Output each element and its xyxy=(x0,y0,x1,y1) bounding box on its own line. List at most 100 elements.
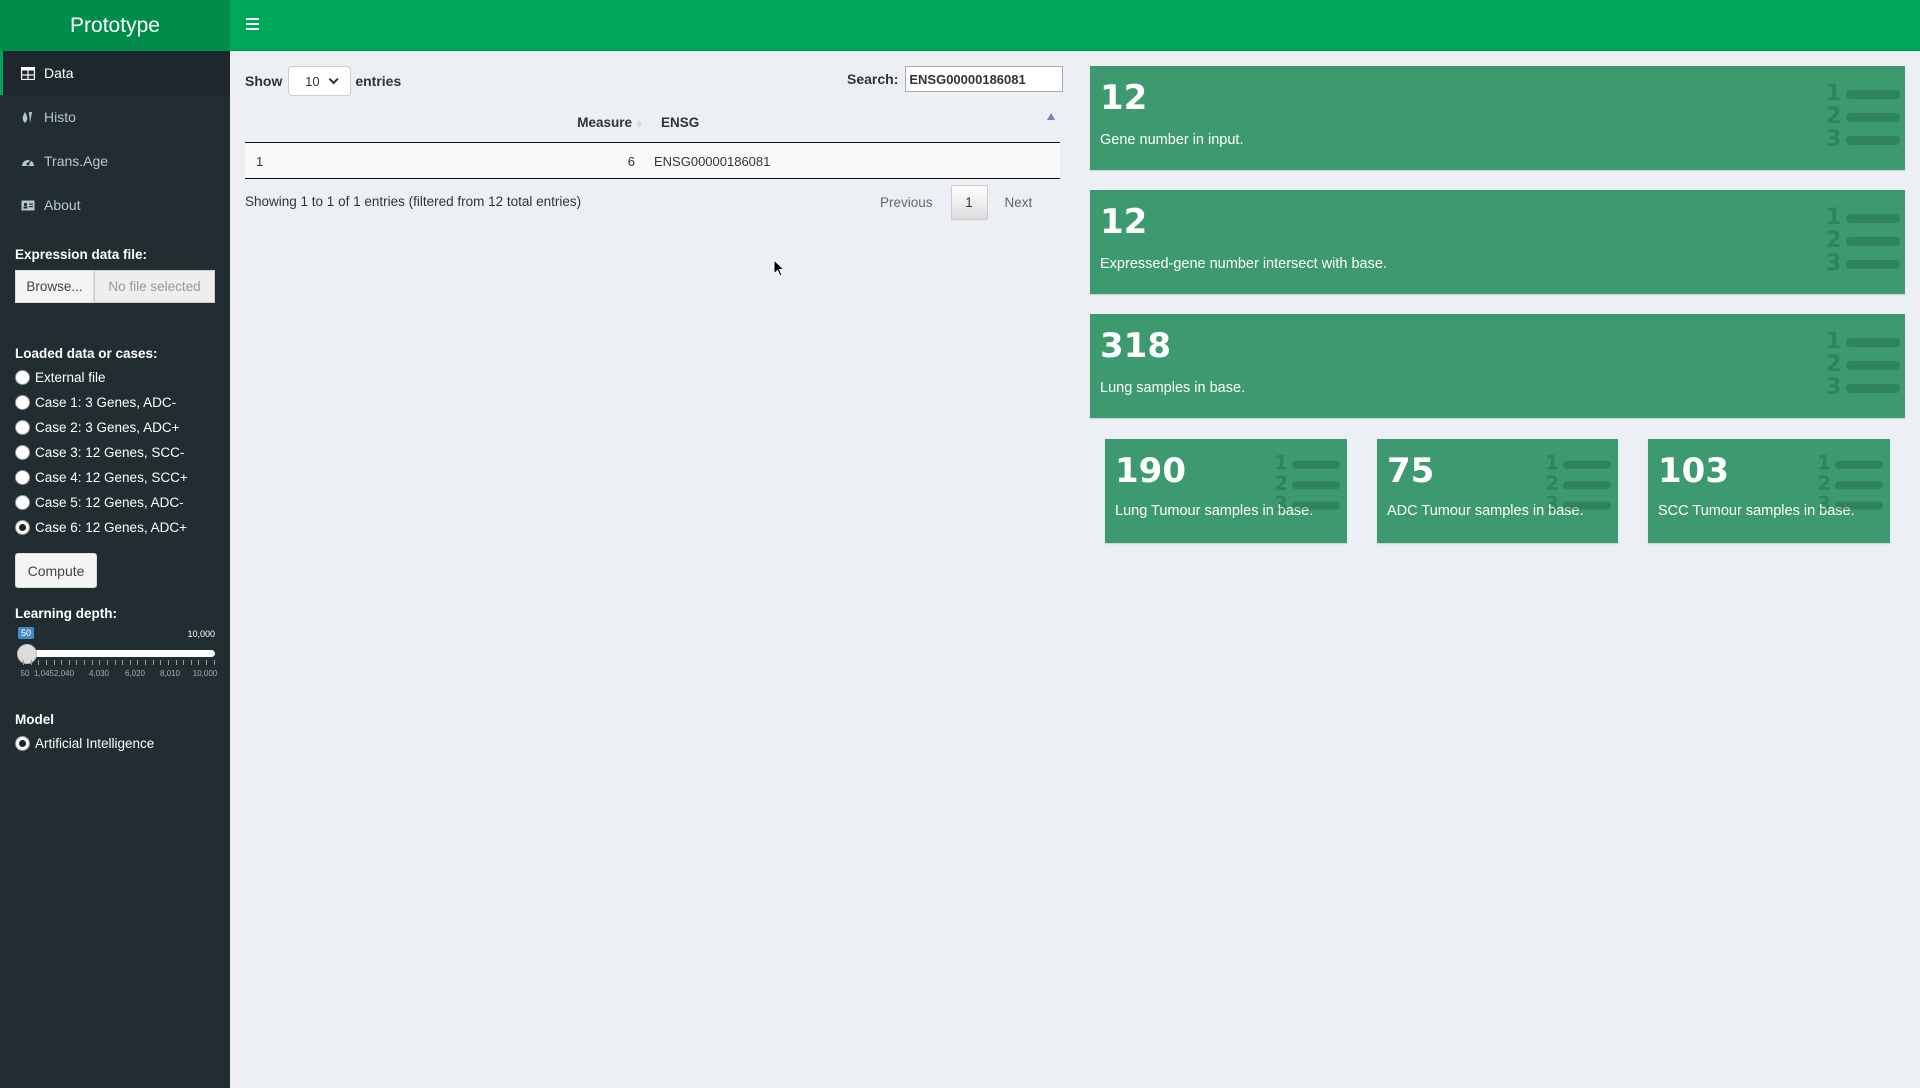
list-ol-icon: 123 xyxy=(1817,452,1883,514)
case-option-label: Case 6: 12 Genes, ADC+ xyxy=(35,520,187,535)
dashboard-icon xyxy=(22,159,34,166)
learning-depth-slider[interactable]: 50 10,000 50 1,0452,040 4,030 6,020 8,01… xyxy=(15,626,218,686)
slider-track[interactable] xyxy=(23,650,215,657)
case-option-label: Case 1: 3 Genes, ADC- xyxy=(35,395,177,410)
sidebar-item-label: About xyxy=(44,197,81,213)
sidebar-item-data[interactable]: Data xyxy=(0,51,230,95)
radio-button[interactable] xyxy=(15,445,30,460)
slider-max-label: 10,000 xyxy=(187,629,215,639)
case-radio-2[interactable]: Case 2: 3 Genes, ADC+ xyxy=(0,415,230,440)
table-length-control: Show 10 entries xyxy=(245,66,401,96)
slider-tick-labels: 50 1,0452,040 4,030 6,020 8,010 10,000 xyxy=(15,669,218,681)
value-box-adc-tumour: 75 ADC Tumour samples in base. 123 xyxy=(1377,439,1618,543)
slider-tick-label: 50 xyxy=(20,669,30,678)
entries-select[interactable]: 10 xyxy=(288,66,352,96)
svg-text:2: 2 xyxy=(1826,104,1841,129)
table-row[interactable]: 1 6 ENSG00000186081 xyxy=(245,143,1060,179)
sidebar-item-about[interactable]: About xyxy=(0,183,230,227)
sidebar-toggle-icon[interactable] xyxy=(246,16,266,34)
case-radio-5[interactable]: Case 5: 12 Genes, ADC- xyxy=(0,490,230,515)
value-box-number: 12 xyxy=(1100,202,1148,242)
data-table: Measure ENSG 1 6 ENSG00000186081 xyxy=(245,105,1060,179)
value-box-scc-tumour: 103 SCC Tumour samples in base. 123 xyxy=(1648,439,1890,543)
sidebar-item-histo[interactable]: Histo xyxy=(0,95,230,139)
next-page-button[interactable]: Next xyxy=(1005,195,1033,210)
slider-tick-label: 1,0452,040 xyxy=(33,669,75,678)
slider-tick-label: 6,020 xyxy=(124,669,146,678)
case-radio-1[interactable]: Case 1: 3 Genes, ADC- xyxy=(0,390,230,415)
radio-button[interactable] xyxy=(15,420,30,435)
svg-text:1: 1 xyxy=(1826,81,1841,106)
sidebar-item-trans-age[interactable]: Trans.Age xyxy=(0,139,230,183)
radio-button-selected[interactable] xyxy=(15,520,30,535)
slider-value-bubble: 50 xyxy=(18,627,35,639)
file-input-label: Expression data file: xyxy=(15,247,148,262)
radio-button[interactable] xyxy=(15,370,30,385)
cases-label: Loaded data or cases: xyxy=(15,346,158,361)
radio-button[interactable] xyxy=(15,395,30,410)
tint-icon xyxy=(22,111,32,123)
sidebar-item-label: Data xyxy=(44,65,74,81)
radio-button[interactable] xyxy=(15,470,30,485)
value-box-lung-tumour: 190 Lung Tumour samples in base. 123 xyxy=(1105,439,1347,543)
case-radio-6[interactable]: Case 6: 12 Genes, ADC+ xyxy=(0,515,230,540)
file-name-field[interactable]: No file selected xyxy=(94,270,215,303)
svg-text:1: 1 xyxy=(1826,205,1841,230)
id-card-icon xyxy=(21,200,35,210)
case-option-label: External file xyxy=(35,370,106,385)
entries-label: entries xyxy=(355,73,402,89)
value-box-number: 318 xyxy=(1100,326,1171,366)
cell-ensg: ENSG00000186081 xyxy=(654,154,771,169)
value-box-number: 103 xyxy=(1658,451,1729,491)
value-box-caption: Gene number in input. xyxy=(1100,132,1244,148)
case-option-label: Case 5: 12 Genes, ADC- xyxy=(35,495,184,510)
list-ol-icon: 123 xyxy=(1274,452,1340,514)
sidebar-item-label: Trans.Age xyxy=(44,153,109,169)
browse-button[interactable]: Browse... xyxy=(15,270,94,303)
slider-tick-label: 8,010 xyxy=(159,669,181,678)
value-box-gene-number: 12 Gene number in input. 123 xyxy=(1090,66,1905,170)
file-input: Browse... No file selected xyxy=(15,270,215,303)
learning-depth-label: Learning depth: xyxy=(15,606,117,621)
case-option-label: Case 3: 12 Genes, SCC- xyxy=(35,445,185,460)
model-label: Model xyxy=(15,712,54,727)
table-icon xyxy=(21,66,35,80)
radio-button-selected[interactable] xyxy=(15,736,30,751)
mouse-cursor-icon xyxy=(773,259,786,277)
app-logo[interactable]: Prototype xyxy=(0,0,230,51)
search-input[interactable]: ENSG00000186081 xyxy=(905,66,1064,92)
row-index: 1 xyxy=(256,154,264,169)
case-radio-3[interactable]: Case 3: 12 Genes, SCC- xyxy=(0,440,230,465)
sort-asc-icon[interactable] xyxy=(1047,113,1055,120)
case-radio-4[interactable]: Case 4: 12 Genes, SCC+ xyxy=(0,465,230,490)
model-radio-ai[interactable]: Artificial Intelligence xyxy=(0,731,230,756)
top-navbar xyxy=(230,0,1920,51)
svg-text:3: 3 xyxy=(1274,492,1288,514)
slider-ticks xyxy=(23,660,215,666)
table-header: Measure ENSG xyxy=(245,105,1060,143)
sort-icon[interactable] xyxy=(636,117,642,129)
value-box-caption: Lung samples in base. xyxy=(1100,380,1246,396)
value-box-expressed-gene-number: 12 Expressed-gene number intersect with … xyxy=(1090,190,1905,294)
page-1-button[interactable]: 1 xyxy=(950,185,988,220)
case-option-label: Case 4: 12 Genes, SCC+ xyxy=(35,470,188,485)
table-search: Search: ENSG00000186081 xyxy=(847,66,1064,92)
case-radio-external[interactable]: External file xyxy=(0,365,230,390)
list-ol-icon: 123 xyxy=(1826,205,1900,274)
column-header-ensg[interactable]: ENSG xyxy=(661,115,699,130)
previous-page-button[interactable]: Previous xyxy=(880,195,933,210)
table-info: Showing 1 to 1 of 1 entries (filtered fr… xyxy=(245,194,582,209)
slider-tick-label: 10,000 xyxy=(192,669,218,678)
radio-button[interactable] xyxy=(15,495,30,510)
compute-button[interactable]: Compute xyxy=(15,553,97,588)
chevron-down-icon xyxy=(328,73,339,84)
sidebar: Data Histo Trans.Age About Expression da… xyxy=(0,51,230,1088)
model-option-label: Artificial Intelligence xyxy=(35,736,155,751)
svg-text:3: 3 xyxy=(1826,375,1841,398)
entries-select-value: 10 xyxy=(305,73,320,89)
svg-text:3: 3 xyxy=(1545,492,1559,514)
list-ol-icon: 123 xyxy=(1545,452,1611,514)
value-box-number: 190 xyxy=(1115,451,1186,491)
column-header-measure[interactable]: Measure xyxy=(577,115,632,130)
pagination: Previous 1 Next xyxy=(880,185,1032,220)
